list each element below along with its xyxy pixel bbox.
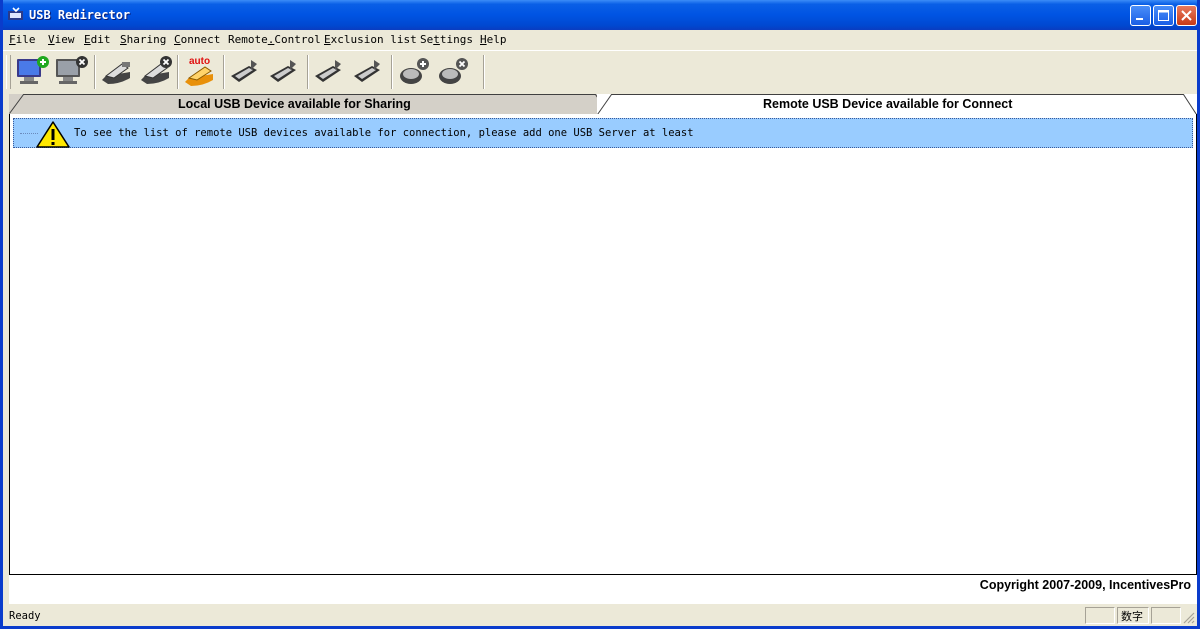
menu-connect-hotkey: C (174, 33, 181, 46)
toolbar-separator (307, 55, 309, 89)
resize-grip-icon[interactable] (1183, 612, 1195, 624)
menu-file-label: ile (15, 33, 36, 46)
status-bar: Ready 数字 (3, 605, 1197, 626)
device-list-panel[interactable]: To see the list of remote USB devices av… (9, 114, 1197, 575)
menu-settings-hotkey: t (433, 33, 440, 46)
connect-device-icon[interactable] (227, 54, 263, 90)
share-device-icon[interactable] (98, 54, 134, 90)
toolbar-separator (483, 55, 485, 89)
menu-edit-hotkey: E (84, 33, 91, 46)
menu-sharing-label: haring (126, 33, 167, 46)
status-pane-num: 数字 (1117, 607, 1149, 624)
minimize-button[interactable] (1130, 5, 1151, 26)
auto-share-icon[interactable]: auto (181, 54, 217, 90)
copyright-bar: Copyright 2007-2009, IncentivesPro (9, 575, 1197, 604)
menu-view-label: iew (54, 33, 75, 46)
remove-server-icon[interactable] (53, 54, 89, 90)
warning-icon (36, 121, 70, 148)
menu-exclusion-list-label: xclusion list (330, 33, 417, 46)
disconnect-device-icon[interactable] (311, 54, 347, 90)
tab-strip: Local USB Device available for Sharing R… (9, 94, 1197, 116)
menu-settings-pre: Se (420, 33, 434, 46)
connect-device-alt-icon[interactable] (266, 54, 302, 90)
usb-redirector-app-icon (8, 7, 23, 20)
close-button[interactable] (1176, 5, 1197, 26)
menu-remote-control-label: Control (274, 33, 321, 46)
unshare-device-icon[interactable] (137, 54, 173, 90)
status-pane-caps (1085, 607, 1115, 624)
menu-remote-control-pre: Remote (228, 33, 268, 46)
notice-row[interactable]: To see the list of remote USB devices av… (13, 118, 1193, 148)
close-icon (1181, 10, 1192, 21)
menu-remote-control[interactable]: Remote.Control (228, 33, 321, 46)
tab-local-label: Local USB Device available for Sharing (178, 97, 411, 111)
toolbar-separator (391, 55, 393, 89)
menu-connect-label: onnect (180, 33, 221, 46)
tab-remote-label: Remote USB Device available for Connect (763, 97, 1013, 111)
toolbar-separator (223, 55, 225, 89)
menu-view-hotkey: V (48, 33, 55, 46)
menu-connect[interactable]: Connect (174, 33, 220, 46)
menu-view[interactable]: View (48, 33, 75, 46)
copyright-text: Copyright 2007-2009, IncentivesPro (979, 578, 1191, 592)
menu-file-hotkey: F (9, 33, 16, 46)
maximize-icon (1158, 10, 1169, 21)
minimize-icon (1136, 18, 1143, 20)
menu-help[interactable]: Help (480, 33, 507, 46)
toolbar: auto (3, 50, 1197, 92)
menu-help-label: elp (486, 33, 507, 46)
menu-settings[interactable]: Settings (420, 33, 473, 46)
tab-local-sharing[interactable]: Local USB Device available for Sharing (9, 94, 609, 114)
main-window: USB Redirector File View Edit Sharing Co… (0, 0, 1200, 629)
disconnect-device-alt-icon[interactable] (350, 54, 386, 90)
menu-sharing-hotkey: S (120, 33, 127, 46)
menu-exclusion-list-hotkey: E (324, 33, 331, 46)
tab-remote-connect[interactable]: Remote USB Device available for Connect (597, 94, 1197, 116)
toolbar-separator (177, 55, 179, 89)
toolbar-separator (94, 55, 96, 89)
menu-sharing[interactable]: Sharing (120, 33, 166, 46)
menu-edit-label: dit (90, 33, 111, 46)
remove-exclusion-icon[interactable] (434, 54, 470, 90)
auto-label: auto (189, 56, 210, 67)
menu-settings-label: tings (439, 33, 473, 46)
add-server-icon[interactable] (14, 54, 50, 90)
menu-edit[interactable]: Edit (84, 33, 111, 46)
menu-bar: File View Edit Sharing Connect Remote.Co… (3, 30, 1197, 50)
status-pane-scroll (1151, 607, 1181, 624)
menu-help-hotkey: H (480, 33, 487, 46)
menu-exclusion-list[interactable]: Exclusion list (324, 33, 417, 46)
toolbar-grip[interactable] (6, 55, 11, 89)
status-text: Ready (9, 610, 41, 622)
add-exclusion-icon[interactable] (395, 54, 431, 90)
maximize-button[interactable] (1153, 5, 1174, 26)
notice-text: To see the list of remote USB devices av… (74, 127, 694, 139)
menu-file[interactable]: File (9, 33, 36, 46)
title-bar[interactable]: USB Redirector (3, 0, 1197, 30)
window-title: USB Redirector (29, 8, 131, 22)
